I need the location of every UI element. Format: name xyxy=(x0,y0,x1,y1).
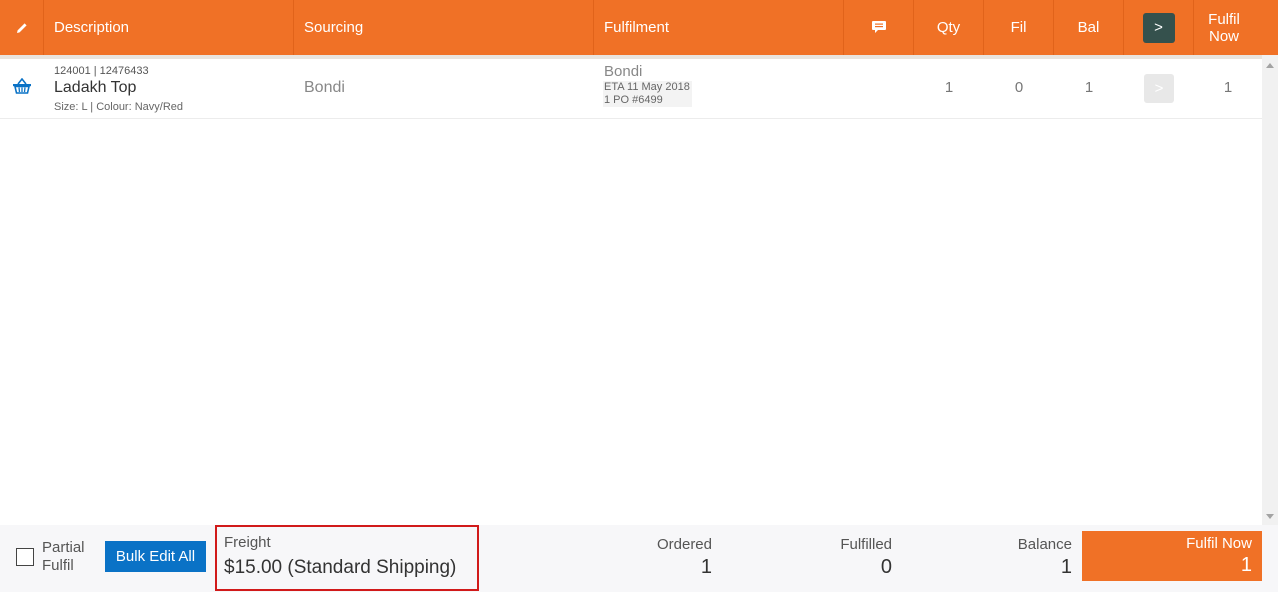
fulfilment-header[interactable]: Fulfilment xyxy=(594,0,844,55)
fulfil-all-button[interactable]: > xyxy=(1142,12,1175,43)
chat-bubble-icon[interactable] xyxy=(871,20,887,35)
basket-icon[interactable] xyxy=(12,77,32,98)
scroll-down-icon[interactable] xyxy=(1266,514,1274,519)
fulfil-now-header-line1: Fulfil xyxy=(1208,10,1240,28)
freight-value: $15.00 (Standard Shipping) xyxy=(224,557,457,578)
ordered-value: 1 xyxy=(700,556,712,578)
table-row: 124001 | 12476433 Ladakh Top Size: L | C… xyxy=(0,59,1262,119)
footer-bar: Partial Fulfil Bulk Edit All Freight $15… xyxy=(0,525,1278,592)
fil-header[interactable]: Fil xyxy=(984,0,1054,55)
balance-summary: Balance 1 xyxy=(972,536,1072,579)
fulfilled-label: Fulfilled xyxy=(840,536,892,553)
pencil-icon[interactable] xyxy=(16,22,28,34)
vertical-scrollbar[interactable] xyxy=(1262,55,1278,525)
eta-text: ETA 11 May 2018 xyxy=(604,81,690,93)
sourcing-location[interactable]: Bondi xyxy=(304,79,345,97)
balance-label: Balance xyxy=(1017,536,1072,553)
sourcing-header[interactable]: Sourcing xyxy=(294,0,594,55)
bal-header[interactable]: Bal xyxy=(1054,0,1124,55)
notes-column-header[interactable] xyxy=(844,0,914,55)
freight-box[interactable]: Freight $15.00 (Standard Shipping) xyxy=(215,525,479,591)
fulfilled-summary: Fulfilled 0 xyxy=(792,536,892,579)
partial-fulfil-label[interactable]: Partial Fulfil xyxy=(42,539,85,575)
row-qty: 1 xyxy=(944,79,954,96)
table-header: Description Sourcing Fulfilment Qty Fil … xyxy=(0,0,1278,55)
product-attributes: Size: L | Colour: Navy/Red xyxy=(54,101,184,113)
fulfilment-location[interactable]: Bondi xyxy=(604,63,642,80)
ordered-label: Ordered xyxy=(656,536,712,553)
row-fulfil-now[interactable]: 1 xyxy=(1208,79,1248,96)
fulfil-now-button[interactable]: Fulfil Now 1 xyxy=(1082,531,1262,581)
fulfilment-details: ETA 11 May 2018 1 PO #6499 xyxy=(603,81,692,107)
fulfil-now-header[interactable]: Fulfil Now xyxy=(1194,0,1254,55)
description-header[interactable]: Description xyxy=(44,0,294,55)
ordered-summary: Ordered 1 xyxy=(612,536,712,579)
po-text: 1 PO #6499 xyxy=(604,94,663,106)
row-fulfil-button[interactable]: > xyxy=(1144,74,1174,103)
fulfilled-value: 0 xyxy=(880,556,892,578)
fulfil-now-header-line2: Now xyxy=(1208,27,1239,45)
fulfil-all-column: > xyxy=(1124,0,1194,55)
bulk-edit-all-button[interactable]: Bulk Edit All xyxy=(105,541,206,572)
partial-fulfil-label-line1: Partial xyxy=(42,539,85,556)
fulfil-now-value: 1 xyxy=(1240,554,1252,576)
scroll-up-icon[interactable] xyxy=(1266,63,1274,68)
balance-value: 1 xyxy=(1060,556,1072,578)
qty-header[interactable]: Qty xyxy=(914,0,984,55)
edit-column-header[interactable] xyxy=(0,0,44,55)
product-name[interactable]: Ladakh Top xyxy=(54,79,136,97)
partial-fulfil-label-line2: Fulfil xyxy=(42,557,74,574)
product-ids: 124001 | 12476433 xyxy=(54,65,149,77)
row-bal: 1 xyxy=(1084,79,1094,96)
partial-fulfil-checkbox[interactable] xyxy=(16,548,34,566)
row-fil: 0 xyxy=(1014,79,1024,96)
freight-label: Freight xyxy=(224,534,271,551)
fulfil-now-label: Fulfil Now xyxy=(1186,535,1252,552)
